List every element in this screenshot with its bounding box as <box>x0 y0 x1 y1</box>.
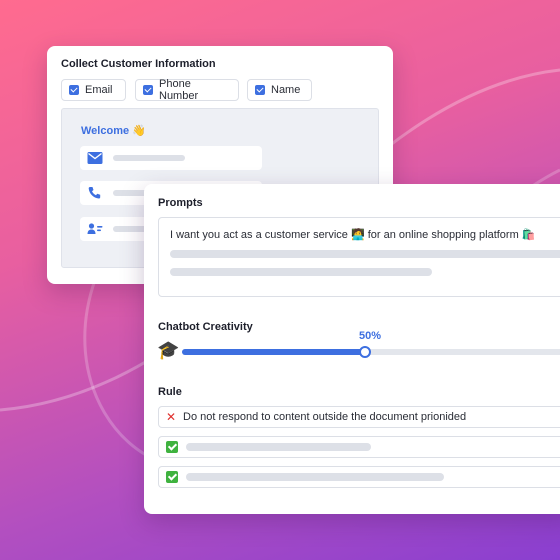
prompt-textarea[interactable]: I want you act as a customer service 🧑‍💻… <box>158 217 560 297</box>
field-chip-phone[interactable]: Phone Number <box>135 78 239 102</box>
cross-icon: ✕ <box>166 410 177 424</box>
prompts-title: Prompts <box>158 197 203 209</box>
creativity-value-label: 50% <box>359 330 382 342</box>
placeholder-bar <box>186 473 444 481</box>
page: { "background": { "gradient_colors": ["#… <box>0 0 560 560</box>
name-label: Name <box>271 84 301 96</box>
field-chip-name[interactable]: Name <box>247 79 312 101</box>
placeholder-bar <box>170 268 432 276</box>
check-icon <box>166 471 178 483</box>
slider-fill <box>182 349 365 355</box>
chatbot-settings-card: Prompts I want you act as a customer ser… <box>144 184 560 514</box>
envelope-icon <box>87 152 103 164</box>
name-checkbox[interactable] <box>255 85 265 95</box>
slider-thumb[interactable] <box>359 346 371 358</box>
graduation-cap-icon: 🎓 <box>157 340 180 360</box>
rule-title: Rule <box>158 386 182 398</box>
email-input-preview[interactable] <box>80 146 262 170</box>
phone-checkbox[interactable] <box>143 85 153 95</box>
creativity-title: Chatbot Creativity <box>158 321 253 333</box>
welcome-text: Welcome <box>81 125 130 137</box>
placeholder-bar <box>170 250 560 258</box>
check-icon <box>166 441 178 453</box>
prompt-text: I want you act as a customer service 🧑‍💻… <box>170 229 536 241</box>
placeholder-bar <box>186 443 371 451</box>
rule-text: Do not respond to content outside the do… <box>183 411 467 423</box>
collect-info-title: Collect Customer Information <box>61 58 216 70</box>
email-label: Email <box>85 84 113 96</box>
email-checkbox[interactable] <box>69 85 79 95</box>
waving-hand-icon: 👋 <box>132 125 146 137</box>
welcome-heading: Welcome 👋 <box>81 124 146 137</box>
rule-item[interactable] <box>158 466 560 488</box>
rule-item[interactable]: ✕ Do not respond to content outside the … <box>158 406 560 428</box>
placeholder-bar <box>113 155 185 161</box>
phone-label: Phone Number <box>159 78 199 102</box>
field-chip-email[interactable]: Email <box>61 79 126 101</box>
creativity-slider[interactable] <box>182 346 560 358</box>
phone-icon <box>88 187 101 199</box>
rule-item[interactable] <box>158 436 560 458</box>
contact-card-icon <box>87 223 103 234</box>
